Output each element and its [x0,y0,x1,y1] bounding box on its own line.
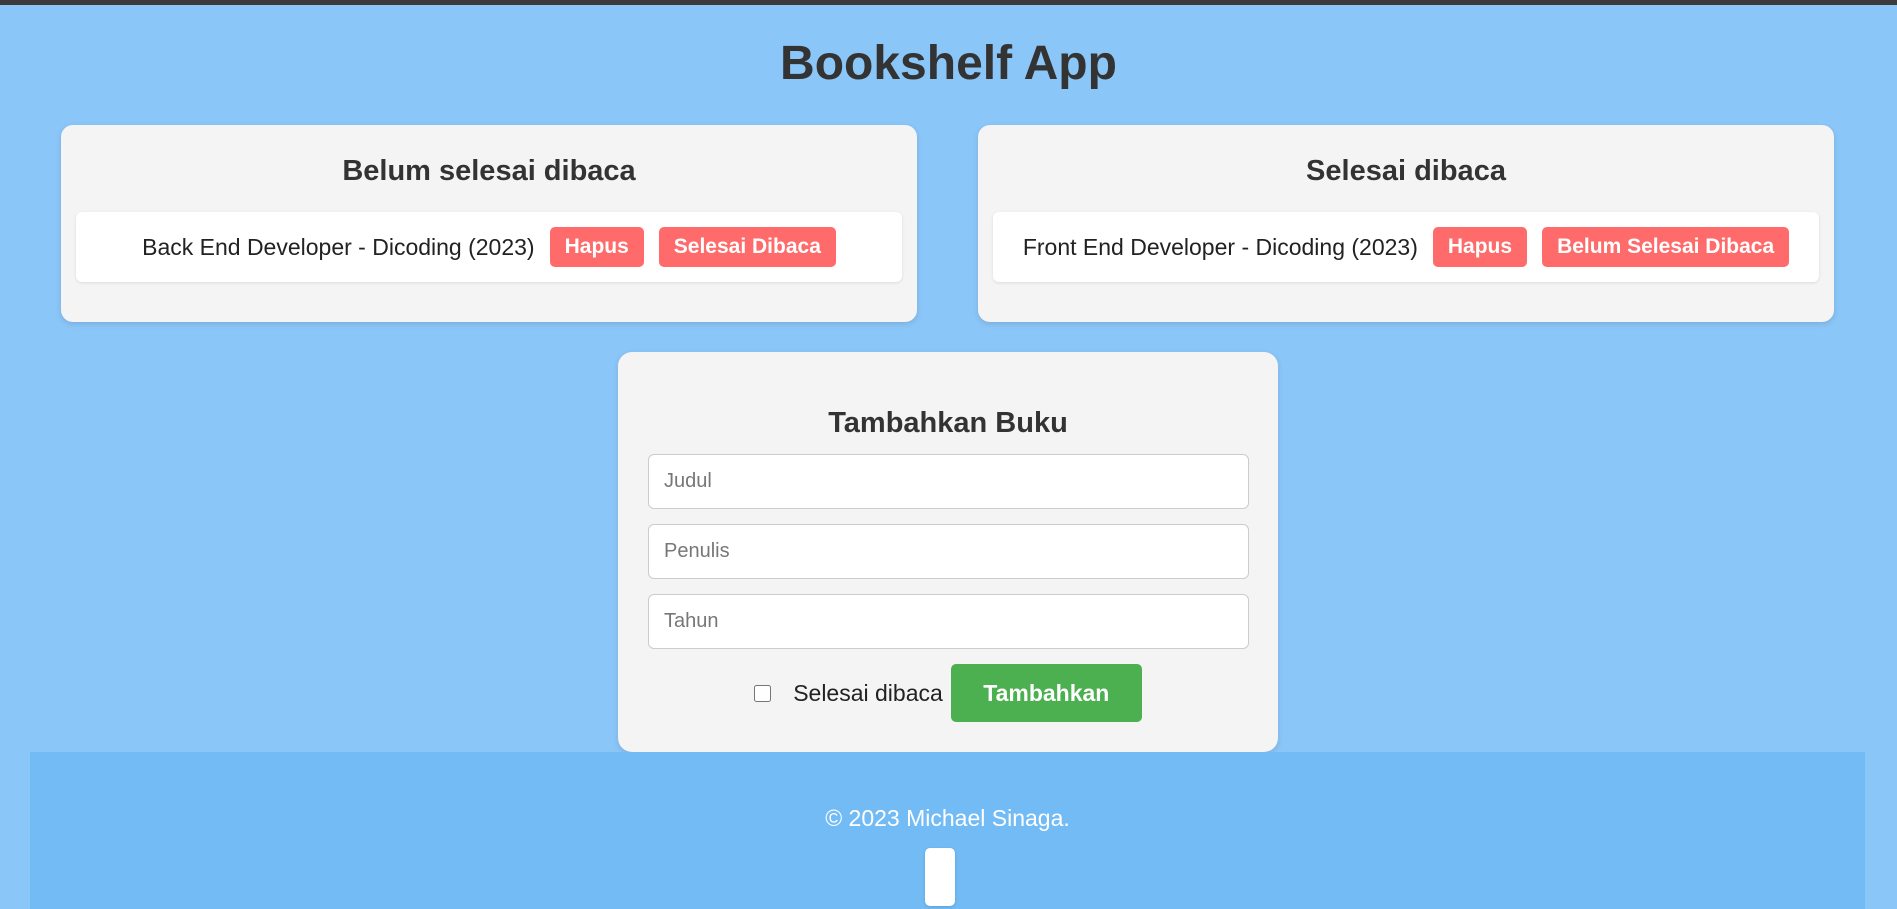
form-title: Tambahkan Buku [828,407,1068,439]
is-complete-label[interactable]: Selesai dibaca [793,680,943,707]
book-info: Front End Developer - Dicoding (2023) [1022,233,1418,260]
title-input[interactable] [648,454,1249,509]
footer-handle[interactable] [925,848,955,906]
form-actions: Selesai dibaca Tambahkan [618,664,1278,722]
complete-bookshelf: Selesai dibaca Front End Developer - Dic… [978,125,1834,322]
incomplete-bookshelf: Belum selesai dibaca Back End Developer … [61,125,917,322]
author-input[interactable] [648,524,1249,579]
year-input[interactable] [648,594,1249,649]
app-title: Bookshelf App [780,37,1117,90]
add-book-button[interactable]: Tambahkan [950,664,1142,722]
complete-shelf-title: Selesai dibaca [1306,155,1506,187]
book-info: Back End Developer - Dicoding (2023) [142,233,535,260]
window-top-border [0,0,1897,5]
mark-complete-button[interactable]: Selesai Dibaca [658,227,836,267]
incomplete-shelf-title: Belum selesai dibaca [342,155,636,187]
book-item: Front End Developer - Dicoding (2023) Ha… [993,212,1819,282]
book-item: Back End Developer - Dicoding (2023) Hap… [76,212,902,282]
add-book-form: Tambahkan Buku Selesai dibaca Tambahkan [618,352,1278,752]
copyright-text: © 2023 Michael Sinaga. [825,805,1070,831]
mark-incomplete-button[interactable]: Belum Selesai Dibaca [1542,227,1790,267]
delete-book-button[interactable]: Hapus [1432,227,1528,267]
footer: © 2023 Michael Sinaga. [30,752,1865,909]
delete-book-button[interactable]: Hapus [549,227,644,267]
is-complete-checkbox[interactable] [754,684,772,702]
